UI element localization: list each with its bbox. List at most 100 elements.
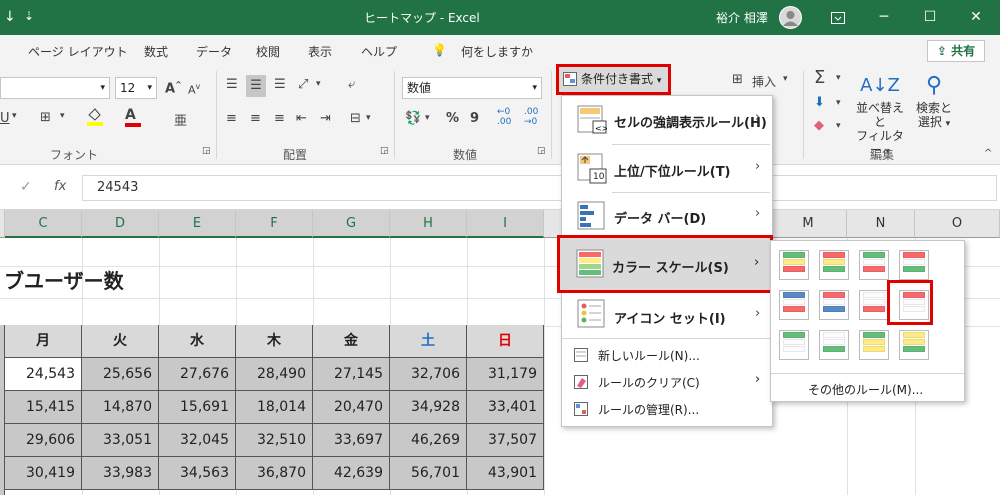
table-cell[interactable]: 46,269 xyxy=(390,424,467,457)
column-header-o[interactable]: O xyxy=(915,210,1000,238)
table-cell[interactable]: 34,928 xyxy=(390,391,467,424)
align-left-icon[interactable]: ≡ xyxy=(226,111,237,126)
tab-page-layout[interactable]: ページ レイアウト xyxy=(28,43,128,60)
table-cell[interactable]: 32,706 xyxy=(390,358,467,391)
more-rules-link[interactable]: その他のルール(M)... xyxy=(808,381,923,398)
align-bottom-icon[interactable]: ☰ xyxy=(274,77,286,92)
border-icon[interactable]: ⊞ xyxy=(40,110,51,125)
tab-help[interactable]: ヘルプ xyxy=(361,43,397,60)
table-cell[interactable]: 33,401 xyxy=(467,391,544,424)
find-select-button[interactable]: ⚲ 検索と 選択 ▾ xyxy=(910,71,958,131)
tab-data[interactable]: データ xyxy=(196,43,232,60)
underline-icon[interactable]: U xyxy=(0,111,10,126)
chevron-down-icon[interactable]: ▾ xyxy=(366,113,371,123)
menu-item-highlight-rules[interactable]: <> セルの強調表示ルール(H) › xyxy=(562,96,772,144)
color-scale-swatch[interactable] xyxy=(859,330,889,360)
phonetic-icon[interactable]: 亜 xyxy=(174,110,187,129)
shrink-font-icon[interactable]: Av xyxy=(188,82,200,97)
fill-icon[interactable]: ⬇ xyxy=(814,95,825,110)
table-cell[interactable]: 36,870 xyxy=(236,457,313,490)
dialog-launcher-icon[interactable]: ◲ xyxy=(380,146,389,156)
menu-item-icon-sets[interactable]: アイコン セット(I) › xyxy=(562,290,772,338)
column-header-e[interactable]: E xyxy=(159,210,236,238)
formula-input[interactable]: 24543 xyxy=(82,175,997,201)
ribbon-display-icon[interactable] xyxy=(815,0,861,35)
fill-color-icon[interactable] xyxy=(86,107,104,131)
dialog-launcher-icon[interactable]: ◲ xyxy=(202,146,211,156)
chevron-down-icon[interactable]: ▾ xyxy=(836,98,841,108)
column-header-f[interactable]: F xyxy=(236,210,313,238)
avatar[interactable] xyxy=(779,6,802,29)
color-scale-swatch[interactable] xyxy=(779,330,809,360)
decrease-decimal-icon[interactable]: .00 →0 xyxy=(524,107,538,127)
chevron-down-icon[interactable]: ▾ xyxy=(60,111,65,121)
lightbulb-icon[interactable]: 💡 xyxy=(432,43,447,57)
table-cell[interactable]: 15,415 xyxy=(5,391,82,424)
table-cell[interactable]: 33,051 xyxy=(82,424,159,457)
table-cell[interactable]: 33,697 xyxy=(313,424,390,457)
align-middle-icon[interactable]: ☰ xyxy=(246,75,266,97)
color-scale-swatch[interactable] xyxy=(899,250,929,280)
table-cell[interactable]: 32,510 xyxy=(236,424,313,457)
quick-access-customize-icon[interactable]: ⇣ xyxy=(24,9,34,23)
tab-view[interactable]: 表示 xyxy=(308,43,332,60)
insert-cells-icon[interactable]: ⊞ xyxy=(732,72,743,87)
table-cell[interactable]: 24,543 xyxy=(5,358,82,391)
accounting-format-icon[interactable]: 💱 xyxy=(405,111,421,126)
chevron-down-icon[interactable]: ▾ xyxy=(836,73,841,83)
table-cell[interactable]: 27,676 xyxy=(159,358,236,391)
chevron-down-icon[interactable]: ▾ xyxy=(425,113,430,123)
quick-access-undo-icon[interactable]: ↓ xyxy=(4,9,16,25)
increase-decimal-icon[interactable]: ←0.00 xyxy=(497,107,511,127)
column-header-m[interactable]: M xyxy=(770,210,847,238)
conditional-format-button[interactable]: 条件付き書式 ▾ xyxy=(556,64,671,95)
grow-font-icon[interactable]: A^ xyxy=(165,80,182,96)
autosum-icon[interactable]: Σ xyxy=(814,67,825,88)
menu-item-new-rule[interactable]: 新しいルール(N)... xyxy=(562,341,772,369)
chevron-down-icon[interactable]: ▾ xyxy=(12,111,17,121)
comma-style-icon[interactable]: 9 xyxy=(470,111,479,126)
insert-label[interactable]: 挿入 xyxy=(752,73,776,90)
chevron-down-icon[interactable]: ▾ xyxy=(836,121,841,131)
column-header-n[interactable]: N xyxy=(847,210,915,238)
enter-check-icon[interactable]: ✓ xyxy=(20,179,32,195)
column-header-i[interactable]: I xyxy=(467,210,544,238)
color-scale-swatch[interactable] xyxy=(859,290,889,320)
increase-indent-icon[interactable]: ⇥ xyxy=(320,111,331,126)
chevron-down-icon[interactable]: ▾ xyxy=(783,74,788,84)
table-cell[interactable]: 28,490 xyxy=(236,358,313,391)
insert-function-icon[interactable]: fx xyxy=(54,179,66,194)
maximize-icon[interactable]: ☐ xyxy=(907,0,953,35)
color-scale-swatch[interactable] xyxy=(899,330,929,360)
chevron-down-icon[interactable]: ▾ xyxy=(316,79,321,89)
font-name-select[interactable]: ▾ xyxy=(0,77,110,99)
column-header-c[interactable]: C xyxy=(5,210,82,238)
column-header-d[interactable]: D xyxy=(82,210,159,238)
merge-center-icon[interactable]: ⊟ xyxy=(350,111,361,126)
align-center-icon[interactable]: ≡ xyxy=(250,111,261,126)
table-cell[interactable]: 42,639 xyxy=(313,457,390,490)
number-format-select[interactable]: 数値 ▾ xyxy=(402,77,542,99)
table-cell[interactable]: 43,901 xyxy=(467,457,544,490)
font-size-select[interactable]: 12 ▾ xyxy=(115,77,157,99)
color-scale-swatch[interactable] xyxy=(819,330,849,360)
align-right-icon[interactable]: ≡ xyxy=(274,111,285,126)
table-cell[interactable]: 34,563 xyxy=(159,457,236,490)
table-cell[interactable]: 27,145 xyxy=(313,358,390,391)
collapse-ribbon-icon[interactable]: ^ xyxy=(984,148,992,159)
orientation-icon[interactable]: ⤢ xyxy=(298,77,308,92)
decrease-indent-icon[interactable]: ⇤ xyxy=(296,111,307,126)
minimize-icon[interactable]: ─ xyxy=(861,0,907,35)
table-cell[interactable]: 25,656 xyxy=(82,358,159,391)
color-scale-swatch[interactable] xyxy=(779,250,809,280)
menu-item-color-scales[interactable]: カラー スケール(S) › xyxy=(557,235,773,293)
dialog-launcher-icon[interactable]: ◲ xyxy=(537,146,546,156)
align-top-icon[interactable]: ☰ xyxy=(226,77,238,92)
table-cell[interactable]: 20,470 xyxy=(313,391,390,424)
color-scale-swatch[interactable] xyxy=(779,290,809,320)
clear-icon[interactable]: ◆ xyxy=(814,118,824,133)
tell-me-search[interactable]: 何をしますか xyxy=(461,43,533,60)
menu-item-top-bottom[interactable]: 10 上位/下位ルール(T) › xyxy=(562,145,772,192)
table-cell[interactable]: 37,507 xyxy=(467,424,544,457)
color-scale-swatch[interactable] xyxy=(819,250,849,280)
